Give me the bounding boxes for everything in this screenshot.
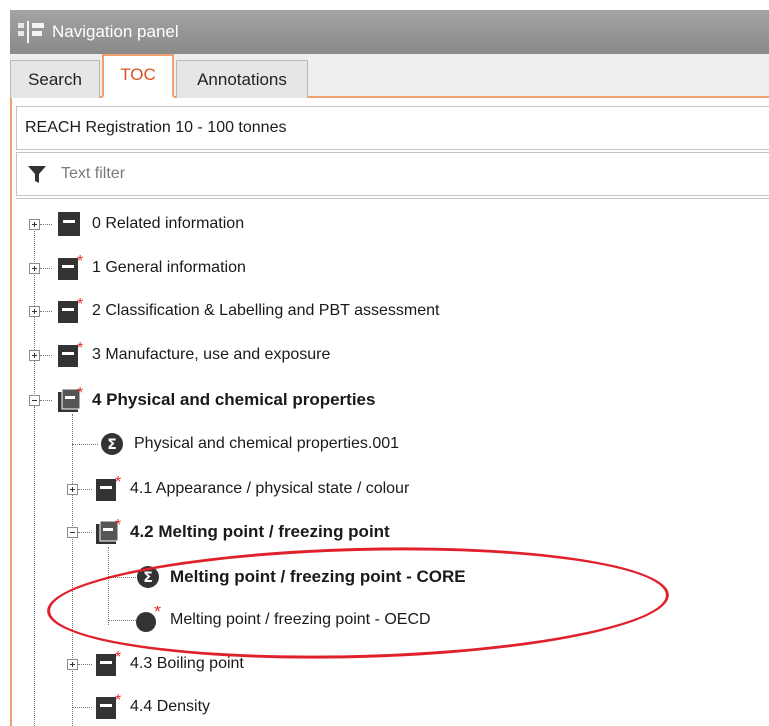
expand-toggle[interactable] xyxy=(29,306,40,317)
tree-item-related-information[interactable]: 0 Related information xyxy=(56,210,244,238)
open-required-section-icon: * xyxy=(94,518,122,546)
svg-text:Σ: Σ xyxy=(107,437,117,453)
tree-item-melting-point-core[interactable]: Σ Melting point / freezing point - CORE xyxy=(134,563,466,591)
tree-item-label: Melting point / freezing point - CORE xyxy=(170,567,466,586)
tree-item-label: 4 Physical and chemical properties xyxy=(92,390,376,409)
svg-text:*: * xyxy=(77,254,83,270)
svg-text:*: * xyxy=(77,341,83,357)
highlight-ellipse xyxy=(45,539,671,667)
svg-text:*: * xyxy=(77,297,83,313)
expand-toggle[interactable] xyxy=(67,484,78,495)
tree-item-label: 0 Related information xyxy=(92,215,245,232)
svg-text:*: * xyxy=(115,518,121,534)
expand-toggle[interactable] xyxy=(67,659,78,670)
tree-item-physical-chemical-properties[interactable]: * 4 Physical and chemical properties xyxy=(56,386,375,414)
tree-item-boiling-point[interactable]: * 4.3 Boiling point xyxy=(94,650,244,678)
summary-sigma-icon: Σ xyxy=(134,563,162,591)
required-section-icon: * xyxy=(94,475,122,503)
expand-toggle[interactable] xyxy=(29,219,40,230)
tree-item-label: 2 Classification & Labelling and PBT ass… xyxy=(92,302,440,319)
tree-item-density[interactable]: * 4.4 Density xyxy=(94,693,210,721)
expand-toggle[interactable] xyxy=(29,263,40,274)
required-section-icon: * xyxy=(94,693,122,721)
svg-text:*: * xyxy=(115,693,121,709)
svg-text:*: * xyxy=(115,650,121,666)
required-section-icon: * xyxy=(94,650,122,678)
tree-item-label: 4.3 Boiling point xyxy=(130,655,244,672)
svg-text:*: * xyxy=(154,606,161,622)
required-section-icon: * xyxy=(56,254,84,282)
expand-toggle[interactable] xyxy=(29,350,40,361)
tree-item-label: 4.4 Density xyxy=(130,698,211,715)
required-record-icon: * xyxy=(134,606,162,634)
svg-text:*: * xyxy=(115,475,121,491)
tree-item-label: 1 General information xyxy=(92,259,246,276)
tree-item-melting-point-oecd[interactable]: * Melting point / freezing point - OECD xyxy=(134,606,431,634)
tree-item-label: Physical and chemical properties.001 xyxy=(134,435,400,452)
open-required-section-icon: * xyxy=(56,386,84,414)
toc-tree: 0 Related information * 1 General inform… xyxy=(0,0,769,726)
svg-text:*: * xyxy=(77,386,83,402)
tree-item-label: Melting point / freezing point - OECD xyxy=(170,611,431,628)
required-section-icon: * xyxy=(56,341,84,369)
tree-item-label: 4.2 Melting point / freezing point xyxy=(130,522,390,541)
summary-sigma-icon: Σ xyxy=(98,430,126,458)
tree-item-label: 4.1 Appearance / physical state / colour xyxy=(130,480,410,497)
svg-text:Σ: Σ xyxy=(143,570,153,586)
collapse-toggle[interactable] xyxy=(29,395,40,406)
tree-item-appearance[interactable]: * 4.1 Appearance / physical state / colo… xyxy=(94,475,409,503)
tree-item-summary-record[interactable]: Σ Physical and chemical properties.001 xyxy=(98,430,399,458)
collapse-toggle[interactable] xyxy=(67,527,78,538)
required-section-icon: * xyxy=(56,297,84,325)
tree-item-label: 3 Manufacture, use and exposure xyxy=(92,346,331,363)
tree-item-melting-point[interactable]: * 4.2 Melting point / freezing point xyxy=(94,518,390,546)
tree-item-general-information[interactable]: * 1 General information xyxy=(56,254,246,282)
tree-item-manufacture-use-exposure[interactable]: * 3 Manufacture, use and exposure xyxy=(56,341,330,369)
tree-item-classification-labelling[interactable]: * 2 Classification & Labelling and PBT a… xyxy=(56,297,439,325)
document-section-icon xyxy=(56,210,84,238)
